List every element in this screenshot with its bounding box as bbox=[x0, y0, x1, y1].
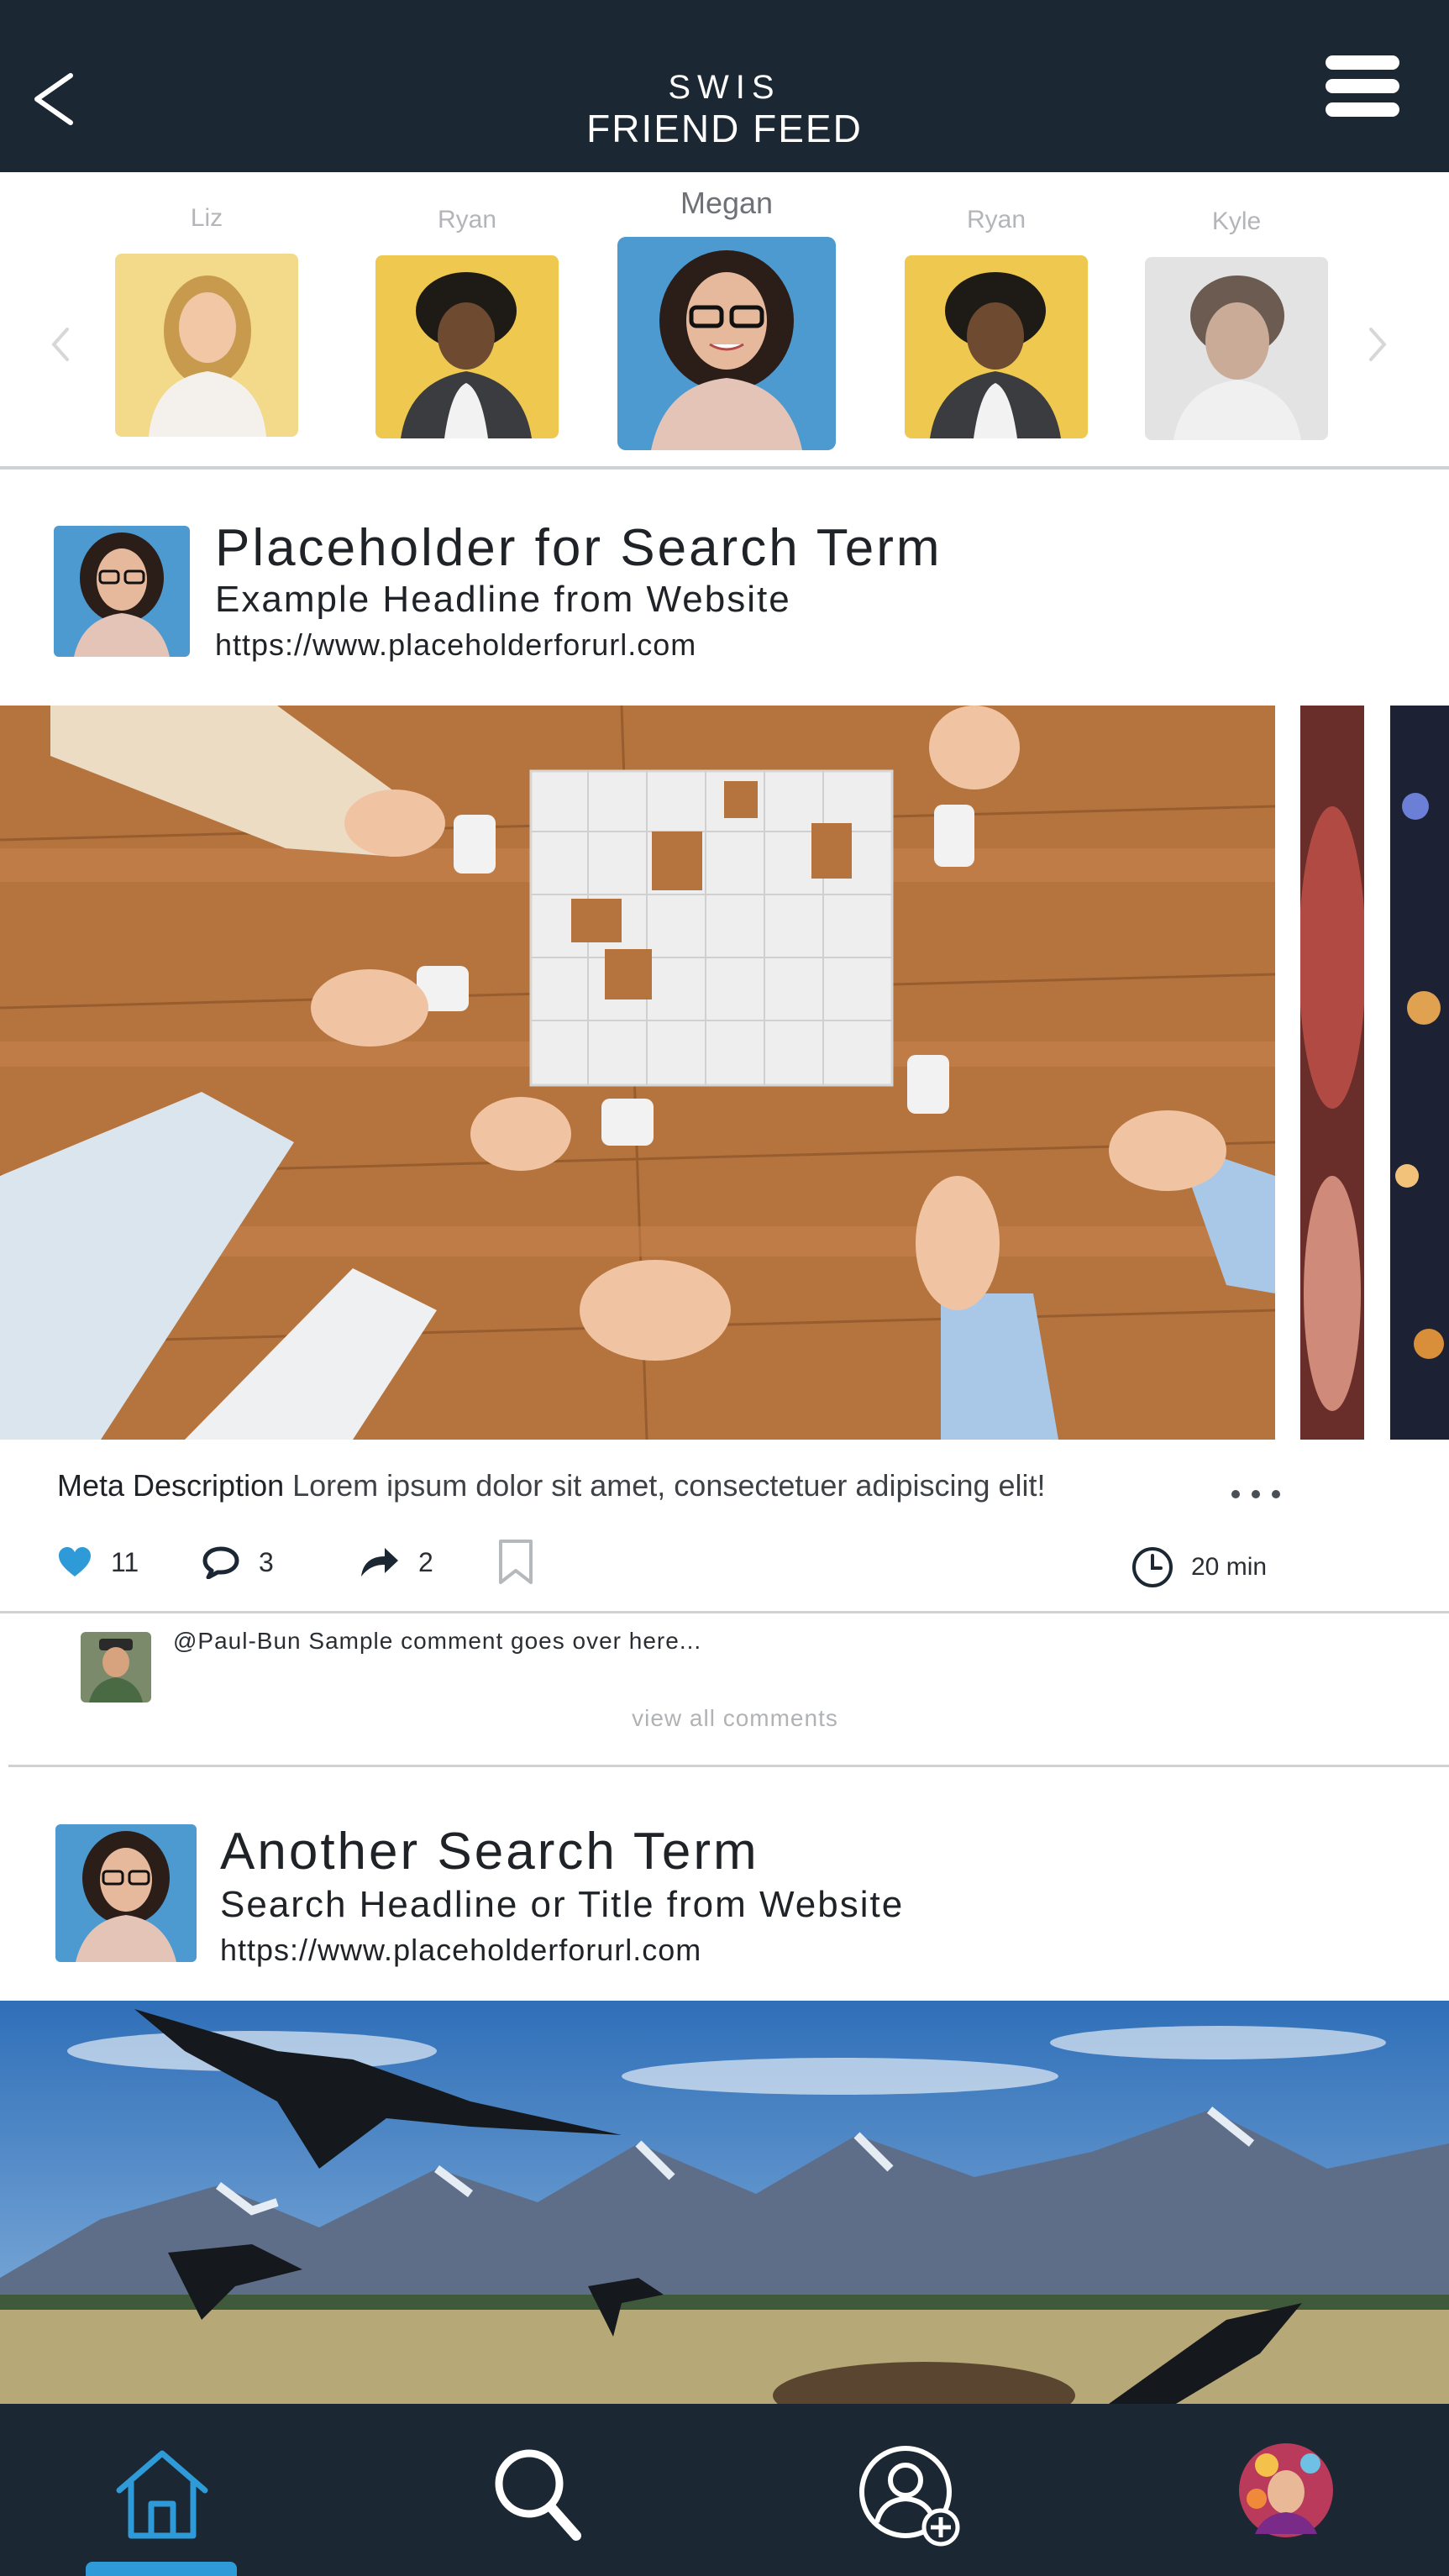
post-search-term[interactable]: Another Search Term bbox=[220, 1823, 759, 1881]
nav-home-button[interactable] bbox=[108, 2440, 217, 2549]
share-arrow-icon bbox=[361, 1548, 398, 1577]
friend-name: Megan bbox=[680, 186, 774, 220]
friend-avatar bbox=[905, 255, 1088, 438]
like-count: 11 bbox=[111, 1546, 139, 1577]
friend-name: Ryan bbox=[437, 206, 497, 233]
chevron-left-icon bbox=[51, 328, 69, 361]
nav-add-friend-button[interactable] bbox=[853, 2440, 963, 2549]
bookmark-button[interactable] bbox=[497, 1529, 534, 1596]
dot bbox=[1252, 1490, 1260, 1498]
share-button[interactable]: 2 bbox=[358, 1529, 433, 1596]
read-time: 20 min bbox=[1131, 1542, 1267, 1592]
commenter-photo bbox=[81, 1632, 151, 1702]
commenter-avatar[interactable] bbox=[81, 1632, 151, 1702]
profile-avatar bbox=[1239, 2443, 1333, 2537]
nav-search-button[interactable] bbox=[482, 2440, 591, 2549]
nav-profile-button[interactable] bbox=[1233, 2440, 1342, 2549]
dot bbox=[1272, 1490, 1280, 1498]
divider bbox=[8, 1765, 1449, 1767]
friend-item-megan[interactable]: Megan bbox=[617, 186, 837, 450]
post-image-next-preview[interactable] bbox=[1300, 706, 1364, 1440]
meta-label: Meta Description bbox=[57, 1468, 285, 1503]
home-icon bbox=[116, 2450, 208, 2539]
friend-name: Liz bbox=[190, 204, 223, 232]
menu-bar bbox=[1326, 102, 1399, 117]
post-avatar[interactable] bbox=[54, 526, 190, 657]
post-url-link[interactable]: https://www.placeholderforurl.com bbox=[215, 627, 696, 664]
comment-bubble-icon bbox=[202, 1546, 239, 1579]
read-time-label: 20 min bbox=[1191, 1553, 1268, 1581]
meta-description: Meta Description Lorem ipsum dolor sit a… bbox=[57, 1468, 1046, 1503]
post-search-term[interactable]: Placeholder for Search Term bbox=[215, 519, 942, 578]
comment-count: 3 bbox=[259, 1546, 274, 1577]
chevron-right-icon bbox=[1369, 328, 1387, 361]
friend-item-liz[interactable]: Liz bbox=[114, 202, 299, 437]
friend-avatar bbox=[115, 254, 298, 437]
friend-item-ryan[interactable]: Ryan bbox=[375, 203, 559, 438]
post-headline[interactable]: Search Headline or Title from Website bbox=[220, 1883, 904, 1927]
page-title: FRIEND FEED bbox=[586, 107, 863, 150]
menu-bar bbox=[1326, 55, 1399, 70]
header-title: SWIS FRIEND FEED bbox=[0, 69, 1449, 151]
friend-name: Kyle bbox=[1211, 207, 1262, 235]
menu-button[interactable] bbox=[1326, 54, 1403, 118]
search-icon bbox=[495, 2449, 581, 2541]
bookmark-icon bbox=[499, 1540, 533, 1584]
view-all-comments-link[interactable]: view all comments bbox=[0, 1705, 1449, 1732]
author-avatar bbox=[54, 526, 190, 657]
more-options-button[interactable] bbox=[1228, 1478, 1287, 1503]
bottom-navigation bbox=[0, 2404, 1449, 2576]
author-avatar bbox=[55, 1824, 197, 1962]
app-name: SWIS bbox=[668, 69, 781, 106]
comment-preview: @Paul-Bun Sample comment goes over here.… bbox=[173, 1628, 702, 1654]
meta-text: Lorem ipsum dolor sit amet, consectetuer… bbox=[292, 1468, 1046, 1503]
divider bbox=[0, 1611, 1449, 1613]
friend-avatar bbox=[1145, 257, 1328, 440]
post-image-puzzle[interactable] bbox=[0, 706, 1275, 1440]
friend-item-ryan-2[interactable]: Ryan bbox=[904, 203, 1089, 438]
menu-bar bbox=[1326, 79, 1399, 93]
post-headline[interactable]: Example Headline from Website bbox=[215, 578, 791, 622]
heart-icon bbox=[59, 1547, 91, 1577]
friend-avatar-selected bbox=[617, 237, 836, 450]
active-tab-indicator bbox=[86, 2562, 237, 2576]
clock-icon bbox=[1132, 1547, 1173, 1587]
post-image-next-preview-2[interactable] bbox=[1390, 706, 1449, 1440]
like-button[interactable]: 11 bbox=[57, 1529, 139, 1596]
share-count: 2 bbox=[418, 1546, 433, 1577]
carousel-next-button[interactable] bbox=[1361, 319, 1394, 370]
friend-avatar bbox=[375, 255, 559, 438]
friend-item-kyle[interactable]: Kyle bbox=[1144, 205, 1329, 440]
post-url-link[interactable]: https://www.placeholderforurl.com bbox=[220, 1932, 701, 1969]
friend-name: Ryan bbox=[966, 206, 1026, 233]
carousel-prev-button[interactable] bbox=[44, 319, 77, 370]
dot bbox=[1231, 1490, 1240, 1498]
post-image-mountains[interactable] bbox=[0, 2001, 1449, 2404]
app-header: SWIS FRIEND FEED bbox=[0, 0, 1449, 172]
comment-button[interactable]: 3 bbox=[202, 1529, 274, 1596]
add-friend-icon bbox=[859, 2446, 960, 2547]
post-avatar[interactable] bbox=[55, 1824, 197, 1962]
divider bbox=[0, 466, 1449, 470]
